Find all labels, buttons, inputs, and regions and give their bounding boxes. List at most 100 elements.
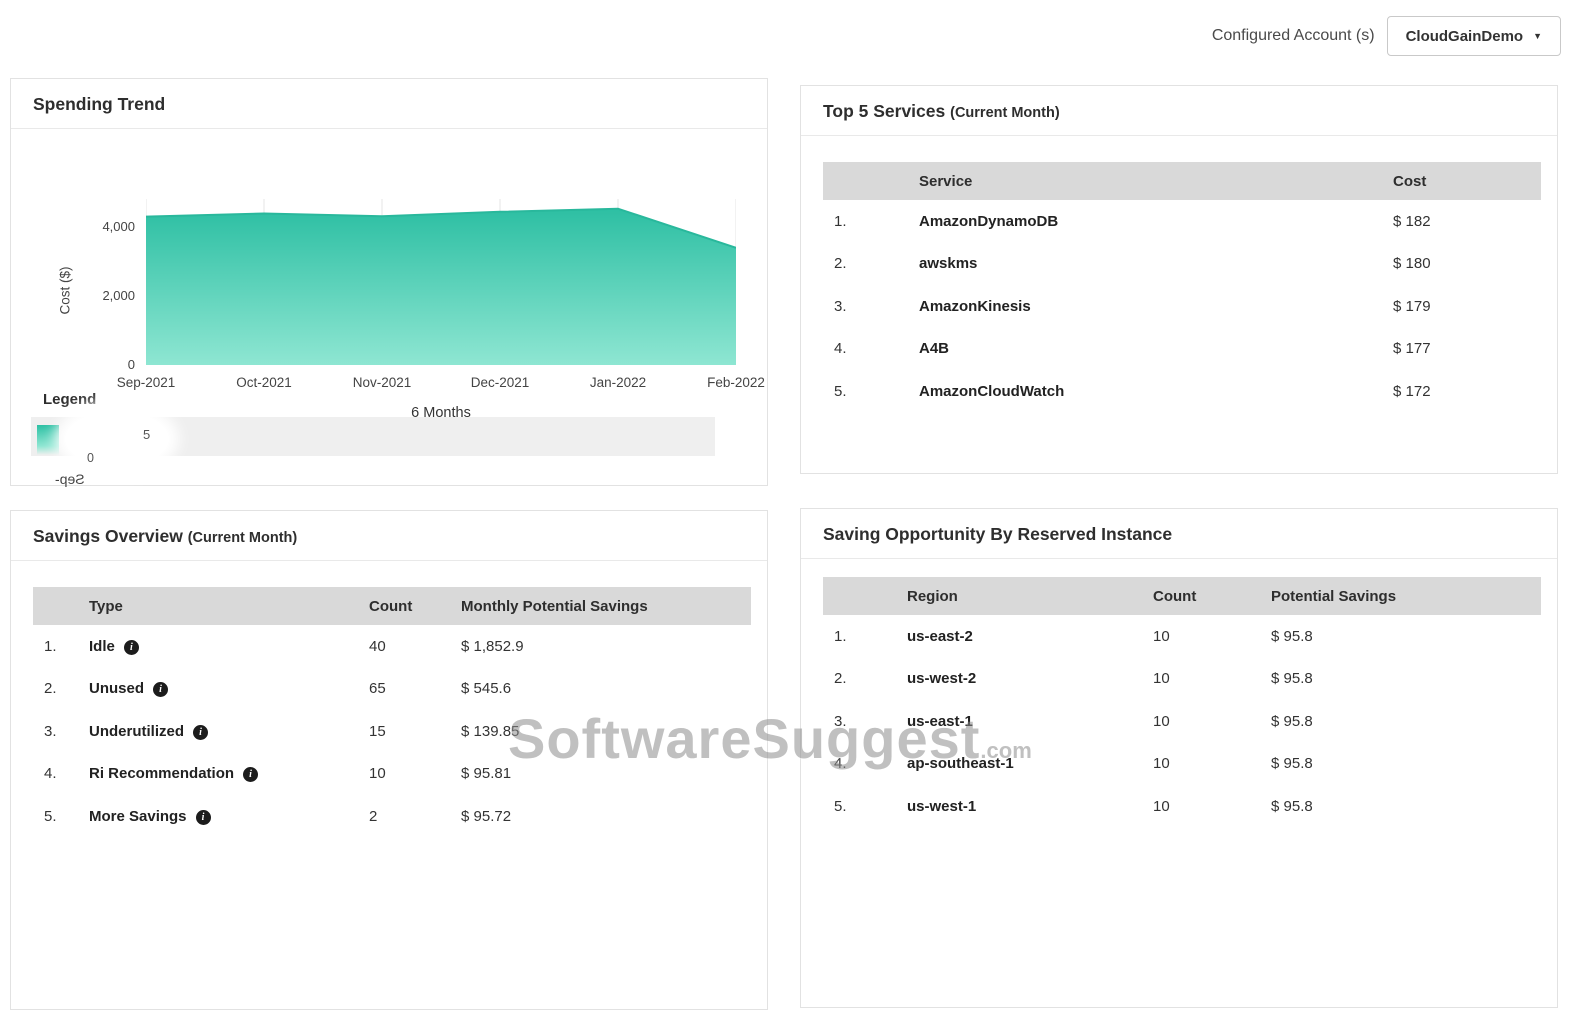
service-name: A4B	[919, 340, 950, 358]
savings-overview-panel: Savings Overview (Current Month) Type Co…	[10, 510, 768, 1010]
col-savings: Monthly Potential Savings	[461, 597, 648, 615]
region-count: 10	[1153, 755, 1170, 773]
table-row: 3. AmazonKinesis $ 179	[823, 285, 1541, 328]
savings-amount: $ 1,852.9	[461, 637, 524, 655]
x-tick: Dec-2021	[470, 375, 530, 390]
table-row: 4. Ri Recommendation i 10 $ 95.81	[33, 753, 751, 796]
region-name: us-west-2	[907, 670, 977, 688]
col-service: Service	[919, 172, 973, 190]
col-count: Count	[1153, 587, 1197, 605]
service-name: awskms	[919, 255, 978, 273]
col-count: Count	[369, 597, 413, 615]
info-icon[interactable]: i	[243, 767, 259, 783]
table-header: Type Count Monthly Potential Savings	[33, 587, 751, 625]
service-name: AmazonDynamoDB	[919, 212, 1059, 230]
service-cost: $ 182	[1393, 212, 1431, 230]
series-color-swatch	[37, 425, 59, 455]
panel-title: Spending Trend	[11, 79, 767, 129]
col-type: Type	[89, 597, 123, 615]
y-tick: 2,000	[102, 288, 135, 303]
ri-opportunity-table: Region Count Potential Savings 1. us-eas…	[823, 577, 1541, 828]
savings-type: More Savings	[89, 807, 187, 825]
region-count: 10	[1153, 670, 1170, 688]
table-row: 3. Underutilized i 15 $ 139.85	[33, 710, 751, 753]
info-icon[interactable]: i	[195, 809, 211, 825]
service-cost: $ 172	[1393, 382, 1431, 400]
panel-title: Savings Overview (Current Month)	[11, 511, 767, 561]
savings-overview-table: Type Count Monthly Potential Savings 1. …	[33, 587, 751, 838]
info-icon[interactable]: i	[193, 724, 209, 740]
region-count: 10	[1153, 712, 1170, 730]
col-cost: Cost	[1393, 172, 1427, 190]
legend-artifact-mirrored: Sep-	[55, 471, 85, 487]
table-row: 5. us-west-1 10 $ 95.8	[823, 785, 1541, 828]
spending-trend-panel: Spending Trend Cost ($) 4,000 2,000 0 Se…	[10, 78, 768, 487]
legend-artifact-text: 5	[143, 427, 151, 442]
savings-count: 2	[369, 807, 378, 825]
account-selector-dropdown[interactable]: CloudGainDemo ▼	[1386, 16, 1561, 56]
account-bar: Configured Account (s) CloudGainDemo ▼	[1212, 16, 1561, 56]
savings-count: 10	[369, 765, 386, 783]
savings-type: Ri Recommendation	[89, 765, 235, 783]
ri-opportunity-panel: Saving Opportunity By Reserved Instance …	[800, 508, 1558, 1008]
region-count: 10	[1153, 797, 1170, 815]
account-selector-value: CloudGainDemo	[1405, 27, 1524, 45]
x-tick: Nov-2021	[352, 375, 412, 390]
table-row: 3. us-east-1 10 $ 95.8	[823, 700, 1541, 743]
savings-count: 65	[369, 680, 386, 698]
savings-type: Underutilized	[89, 722, 185, 740]
x-tick: Sep-2021	[116, 375, 176, 390]
x-tick: Feb-2022	[707, 375, 765, 390]
region-savings: $ 95.8	[1271, 670, 1313, 688]
x-tick: Jan-2022	[589, 375, 647, 390]
savings-type: Idle	[89, 637, 115, 655]
region-name: us-west-1	[907, 797, 977, 815]
table-header: Service Cost	[823, 162, 1541, 200]
info-icon[interactable]: i	[123, 639, 139, 655]
configured-accounts-label: Configured Account (s)	[1211, 27, 1375, 44]
x-axis-ticks: Sep-2021 Oct-2021 Nov-2021 Dec-2021 Jan-…	[117, 375, 765, 393]
table-row: 1. us-east-2 10 $ 95.8	[823, 615, 1541, 658]
table-row: 1. AmazonDynamoDB $ 182	[823, 200, 1541, 243]
savings-count: 40	[369, 637, 386, 655]
panel-title-text: Savings Overview	[33, 526, 183, 546]
service-cost: $ 180	[1393, 255, 1431, 273]
savings-amount: $ 95.81	[461, 765, 512, 783]
table-row: 5. More Savings i 2 $ 95.72	[33, 795, 751, 838]
table-row: 4. A4B $ 177	[823, 328, 1541, 371]
blur-smudge	[65, 411, 169, 467]
service-cost: $ 179	[1393, 297, 1431, 315]
top-services-panel: Top 5 Services (Current Month) Service C…	[800, 85, 1558, 474]
panel-subtitle: (Current Month)	[950, 105, 1060, 121]
chart-plot-area	[145, 199, 737, 365]
area-chart-svg	[145, 199, 737, 365]
col-region: Region	[907, 587, 958, 605]
table-row: 5. AmazonCloudWatch $ 172	[823, 370, 1541, 413]
savings-count: 15	[369, 722, 386, 740]
panel-title-text: Top 5 Services	[823, 101, 946, 121]
table-row: 1. Idle i 40 $ 1,852.9	[33, 625, 751, 668]
region-name: us-east-1	[907, 712, 973, 730]
region-savings: $ 95.8	[1271, 797, 1313, 815]
legend-title: Legend	[43, 391, 97, 408]
region-name: ap-southeast-1	[907, 755, 1014, 773]
savings-amount: $ 545.6	[461, 680, 512, 698]
legend-bar: 5	[31, 411, 715, 467]
top-services-table: Service Cost 1. AmazonDynamoDB $ 182 2. …	[823, 162, 1541, 413]
service-name: AmazonKinesis	[919, 297, 1031, 315]
service-name: AmazonCloudWatch	[919, 382, 1065, 400]
service-cost: $ 177	[1393, 340, 1431, 358]
savings-amount: $ 139.85	[461, 722, 520, 740]
region-savings: $ 95.8	[1271, 712, 1313, 730]
y-tick: 0	[127, 357, 135, 372]
table-row: 2. awskms $ 180	[823, 243, 1541, 286]
region-savings: $ 95.8	[1271, 755, 1313, 773]
table-header: Region Count Potential Savings	[823, 577, 1541, 615]
x-tick: Oct-2021	[236, 375, 292, 390]
col-savings: Potential Savings	[1271, 587, 1397, 605]
table-row: 4. ap-southeast-1 10 $ 95.8	[823, 743, 1541, 786]
y-tick: 4,000	[102, 219, 135, 234]
panel-title: Saving Opportunity By Reserved Instance	[801, 509, 1557, 559]
info-icon[interactable]: i	[153, 682, 169, 698]
panel-subtitle: (Current Month)	[187, 530, 298, 546]
